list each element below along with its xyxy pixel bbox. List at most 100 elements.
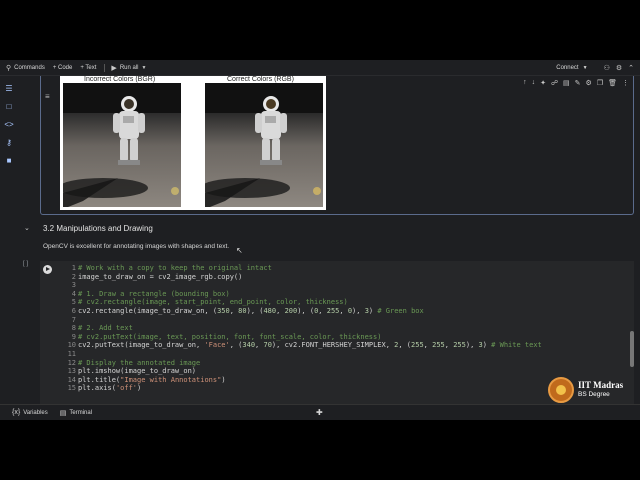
add-text-button[interactable]: + Text [80,65,96,71]
move-up-icon[interactable]: ↑ [523,79,527,87]
add-code-label: + Code [52,64,73,71]
code-token: # cv2.putText(image, text, position, fon… [78,332,382,341]
left-image-title: Incorrect Colors (BGR) [84,76,156,83]
terminal-label: Terminal [69,409,93,416]
code-token: 80 [238,306,247,315]
code-cell[interactable]: 1 # Work with a copy to keep the original… [40,261,634,404]
code-line[interactable]: 7 [56,316,542,325]
code-token: # cv2.rectangle(image, start_point, end_… [78,298,348,307]
code-token: # Work with a copy to keep the original … [78,264,272,272]
code-line[interactable]: 11 [56,350,542,359]
search-icon: ⚲ [6,64,12,72]
code-token: cv2.rectangle(image_to_draw_on, ( [78,306,218,315]
section-collapse-icon[interactable]: ⌄ [24,224,30,232]
code-token: ), [465,341,479,350]
line-number: 12 [67,358,76,367]
add-panel-icon[interactable]: ✚ [316,408,323,417]
run-cell-button[interactable] [43,265,52,274]
toolbar-divider [104,63,106,72]
code-line[interactable]: 14 plt.title("Image with Annotations") [56,376,542,385]
sidebar: ☰ □ <> ⚷ ■ [0,76,18,404]
collapse-icon[interactable]: ⌃ [628,64,634,72]
delete-icon[interactable]: 🗑 [608,79,617,87]
commands-button[interactable]: ⚲ Commands [6,64,45,72]
variables-label: Variables [23,409,48,416]
line-number: 10 [67,341,76,350]
line-number: 9 [71,332,76,341]
mouse-cursor-icon: ↖ [236,246,243,255]
code-line[interactable]: 2 image_to_draw_on = cv2_image_rgb.copy() [56,273,542,282]
output-menu-icon[interactable]: ≡ [45,92,50,101]
code-token: , ( [229,341,243,350]
run-all-label: Run all [119,64,139,71]
line-number: 11 [67,349,76,358]
code-line[interactable]: 9 # cv2.putText(image, text, position, fo… [56,333,542,342]
right-image-title: Correct Colors (RGB) [227,76,294,83]
code-token: , [339,306,348,315]
terminal-button[interactable]: ▤ Terminal [60,409,92,417]
gear-icon[interactable]: ⚙ [616,64,622,72]
gear-icon[interactable]: ⚙ [586,79,592,87]
comment-icon[interactable]: ▤ [563,79,570,87]
code-line[interactable]: 3 [56,281,542,290]
code-line[interactable]: 6 cv2.rectangle(image_to_draw_on, (350, 8… [56,307,542,316]
scrollbar[interactable] [630,331,634,367]
section-text: OpenCV is excellent for annotating image… [43,243,230,250]
code-token: ) [221,375,226,384]
link-icon[interactable]: ☍ [551,79,558,87]
table-of-contents-icon[interactable]: ☰ [4,84,14,94]
code-token: , [318,306,327,315]
variables-button[interactable]: {x} Variables [12,409,48,416]
code-token: ) [137,384,142,393]
logo-line1: IIT Madras [578,380,624,390]
code-editor[interactable]: 1 # Work with a copy to keep the original… [56,264,542,393]
move-down-icon[interactable]: ↓ [532,79,536,87]
more-icon[interactable]: ⋮ [622,79,629,87]
code-line[interactable]: 13 plt.imshow(image_to_draw_on) [56,367,542,376]
code-line[interactable]: 8 # 2. Add text [56,324,542,333]
run-all-button[interactable]: ▶ Run all ▼ [111,64,149,72]
code-line[interactable]: 5 # cv2.rectangle(image, start_point, end… [56,298,542,307]
sparkle-icon[interactable]: ✦ [540,79,546,87]
code-line[interactable]: 1 # Work with a copy to keep the original… [56,264,542,273]
code-token: plt.axis( [78,384,116,393]
code-snippets-icon[interactable]: <> [4,120,14,130]
code-token: 255 [432,341,445,350]
toolbar: ⚲ Commands + Code + Text ▶ Run all ▼ Con… [0,60,640,76]
add-code-button[interactable]: + Code [53,65,73,71]
line-number: 1 [71,264,76,272]
code-token: plt.title( [78,375,121,384]
code-line[interactable]: 10 cv2.putText(image_to_draw_on, 'Face', … [56,341,542,350]
connect-button[interactable]: Connect ▼ [556,65,587,71]
folder-icon[interactable]: ■ [4,156,14,166]
line-number: 2 [71,272,76,281]
code-token: # White text [491,341,542,350]
code-token: cv2.putText(image_to_draw_on, [78,341,205,350]
code-token: plt.imshow(image_to_draw_on) [78,367,197,376]
line-number: 7 [71,315,76,324]
code-token: "Image with Annotations" [120,375,222,384]
code-token: 70 [263,341,272,350]
section-heading: 3.2 Manipulations and Drawing [43,224,153,233]
code-token: 'off' [115,384,138,393]
code-token: 255 [453,341,466,350]
code-line[interactable]: 15 plt.axis('off') [56,384,542,393]
key-icon[interactable]: ⚷ [4,138,14,148]
code-line[interactable]: 12 # Display the annotated image [56,359,542,368]
code-token: , ( [398,341,412,350]
code-token: , [229,306,239,315]
share-users-icon[interactable]: ⚇ [604,64,610,72]
line-number: 15 [67,384,76,393]
code-line[interactable]: 4 # 1. Draw a rectangle (bounding box) [56,290,542,299]
output-cell[interactable]: ≡ Incorrect Colors (BGR) Correct Colors … [40,76,634,215]
mirror-cell-icon[interactable]: ❐ [597,79,603,87]
chevron-down-icon: ▼ [582,65,588,71]
edit-icon[interactable]: ✎ [575,79,581,87]
file-icon[interactable]: □ [4,102,14,112]
code-token: # Green box [377,306,424,315]
run-icon: ▶ [111,64,117,72]
code-token: 480 [263,306,277,315]
connect-label: Connect [556,65,579,71]
code-token: ), ( [246,306,264,315]
code-token: 255 [326,306,340,315]
